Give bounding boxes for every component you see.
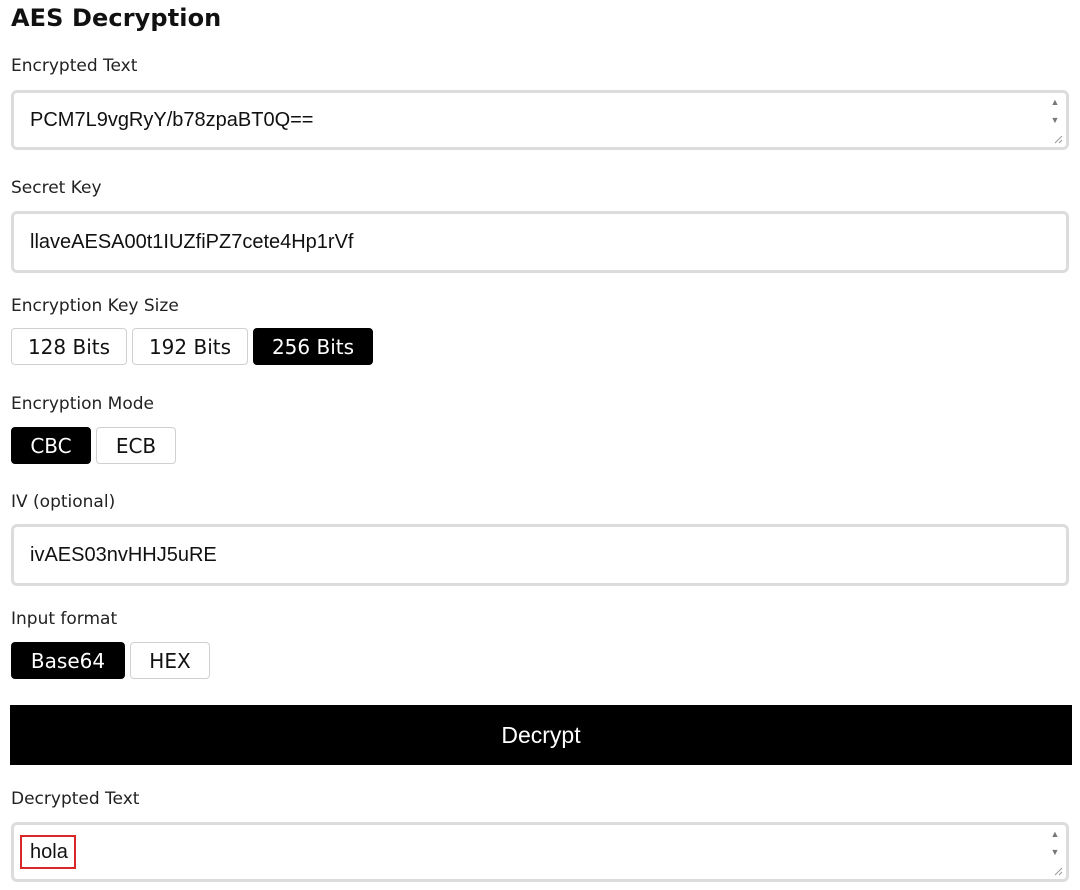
- result-scroll-control[interactable]: ▲ ▼: [1048, 829, 1062, 857]
- key-size-128-button[interactable]: 128 Bits: [11, 328, 127, 365]
- iv-input[interactable]: ivAES03nvHHJ5uRE: [11, 524, 1069, 586]
- secret-key-label: Secret Key: [11, 178, 102, 198]
- spin-down-icon[interactable]: ▼: [1051, 115, 1060, 125]
- textarea-scroll-control[interactable]: ▲ ▼: [1048, 97, 1062, 125]
- key-size-selector: 128 Bits 192 Bits 256 Bits: [11, 328, 373, 365]
- decrypted-text-field[interactable]: hola ▲ ▼: [11, 822, 1069, 882]
- input-format-label: Input format: [11, 609, 118, 629]
- mode-cbc-button[interactable]: CBC: [11, 427, 91, 464]
- format-base64-button[interactable]: Base64: [11, 642, 125, 679]
- mode-ecb-button[interactable]: ECB: [96, 427, 176, 464]
- decrypt-button[interactable]: Decrypt: [10, 705, 1072, 765]
- input-format-selector: Base64 HEX: [11, 642, 210, 679]
- key-size-label: Encryption Key Size: [11, 296, 179, 316]
- spin-up-icon[interactable]: ▲: [1051, 97, 1060, 107]
- format-hex-button[interactable]: HEX: [130, 642, 210, 679]
- encryption-mode-label: Encryption Mode: [11, 394, 154, 414]
- secret-key-value: llaveAESA00t1IUZfiPZ7cete4Hp1rVf: [30, 230, 354, 253]
- iv-value: ivAES03nvHHJ5uRE: [30, 543, 217, 566]
- key-size-192-button[interactable]: 192 Bits: [132, 328, 248, 365]
- decrypted-text-label: Decrypted Text: [11, 789, 140, 809]
- iv-label: IV (optional): [11, 492, 116, 512]
- spin-up-icon[interactable]: ▲: [1051, 829, 1060, 839]
- spin-down-icon[interactable]: ▼: [1051, 847, 1060, 857]
- resize-grip-icon[interactable]: [1053, 866, 1063, 876]
- resize-grip-icon[interactable]: [1053, 134, 1063, 144]
- encryption-mode-selector: CBC ECB: [11, 427, 176, 464]
- encrypted-text-value: PCM7L9vgRyY/b78zpaBT0Q==: [30, 108, 314, 131]
- key-size-256-button[interactable]: 256 Bits: [253, 328, 373, 365]
- secret-key-input[interactable]: llaveAESA00t1IUZfiPZ7cete4Hp1rVf: [11, 211, 1069, 273]
- page-title: AES Decryption: [11, 4, 222, 32]
- encrypted-text-label: Encrypted Text: [11, 56, 138, 76]
- encrypted-text-field[interactable]: PCM7L9vgRyY/b78zpaBT0Q== ▲ ▼: [11, 90, 1069, 150]
- result-highlight-box: [20, 835, 76, 869]
